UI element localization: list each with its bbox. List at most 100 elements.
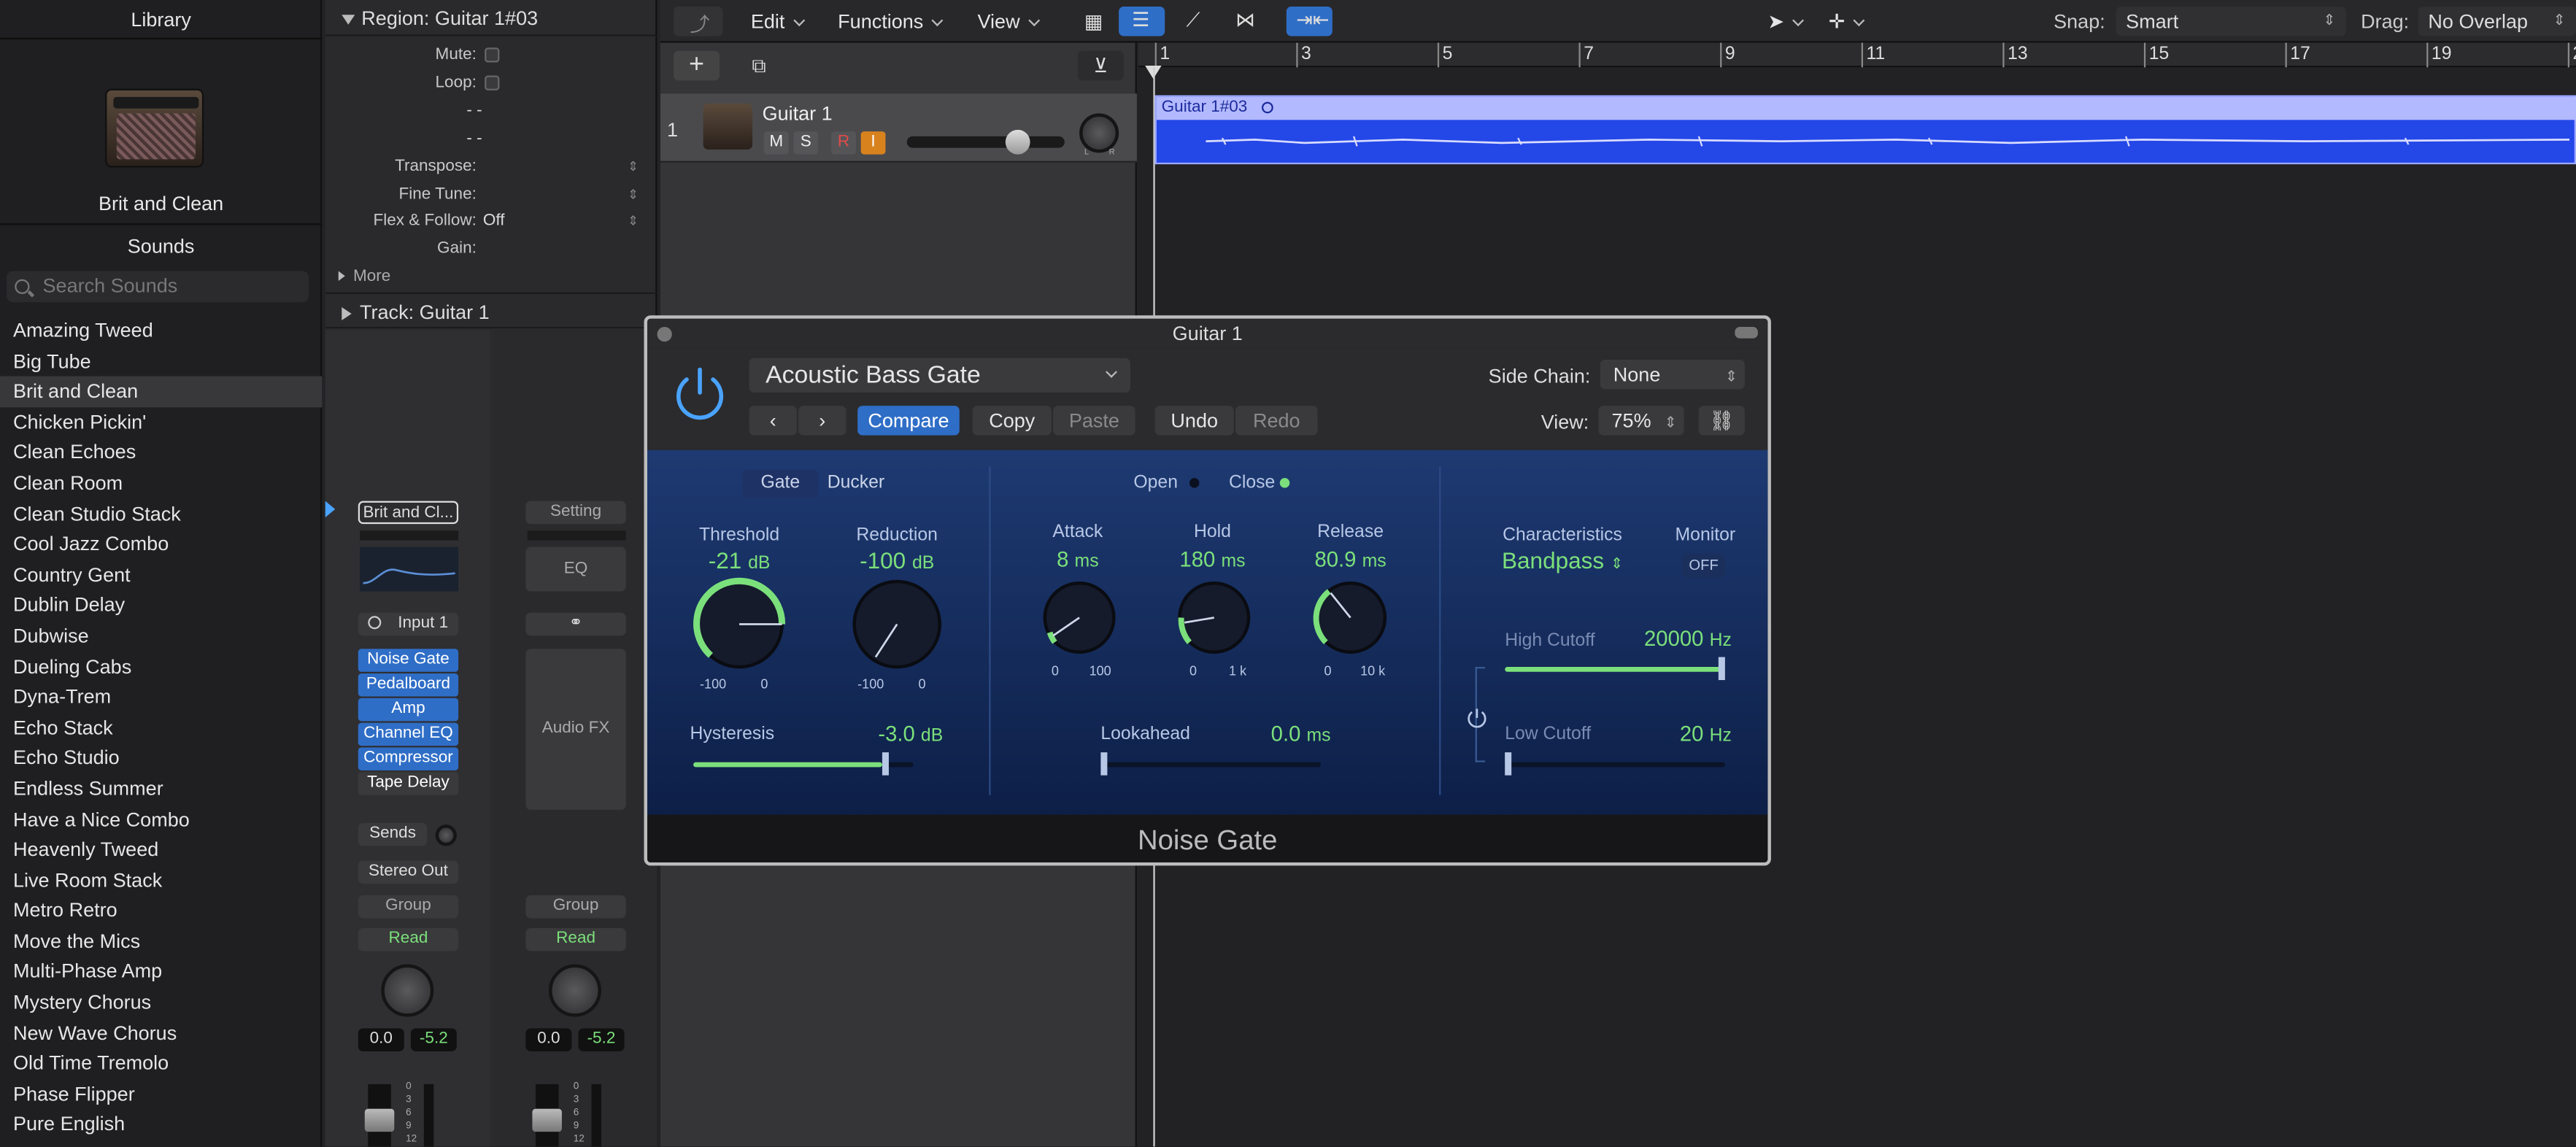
- low-cutoff-slider-thumb[interactable]: [1505, 752, 1512, 776]
- mute-checkbox[interactable]: [485, 47, 500, 63]
- paste-button[interactable]: Paste: [1053, 406, 1135, 436]
- high-cutoff-slider-thumb[interactable]: [1718, 657, 1725, 681]
- audio-region[interactable]: Guitar 1#03: [1154, 95, 2576, 165]
- threshold-knob[interactable]: [690, 575, 789, 673]
- grid-view-button[interactable]: ▦: [1071, 7, 1117, 36]
- sound-item[interactable]: Old Time Tremolo: [0, 1048, 322, 1079]
- sound-item[interactable]: Move the Mics: [0, 926, 322, 957]
- catch-button[interactable]: ⤴: [674, 7, 723, 36]
- plugin-slot[interactable]: Tape Delay: [358, 772, 459, 795]
- automation-button[interactable]: ⟋: [1176, 7, 1222, 36]
- pointer-tool[interactable]: ➤: [1767, 10, 1805, 33]
- stereo-link-icon[interactable]: ⚭: [525, 612, 626, 636]
- pan-knob[interactable]: [381, 964, 434, 1017]
- q-swing-value[interactable]: - -: [466, 130, 482, 148]
- more-toggle[interactable]: More: [338, 268, 390, 286]
- sound-item[interactable]: Dubwise: [0, 621, 322, 652]
- snap-select[interactable]: Smart ⇕: [2116, 7, 2346, 36]
- setting-button[interactable]: Brit and Cl...: [358, 501, 459, 525]
- sound-item[interactable]: Cool Jazz Combo: [0, 529, 322, 560]
- sound-item[interactable]: Endless Summer: [0, 773, 322, 804]
- sound-item[interactable]: Metro Retro: [0, 896, 322, 927]
- functions-menu[interactable]: Functions: [838, 10, 944, 33]
- group-slot[interactable]: Group: [358, 895, 459, 919]
- sound-item[interactable]: Echo Stack: [0, 712, 322, 743]
- sound-item[interactable]: Pure English: [0, 1110, 322, 1140]
- sound-item[interactable]: Brit and Clean: [0, 376, 323, 407]
- flex-button[interactable]: ⋈: [1225, 7, 1271, 36]
- gate-mode-button[interactable]: Gate: [742, 469, 819, 498]
- global-tracks-button[interactable]: ⊻: [1077, 50, 1124, 81]
- release-value[interactable]: 80.9 ms: [1301, 547, 1400, 572]
- transpose-stepper-icon[interactable]: ⇕: [628, 159, 639, 174]
- hysteresis-value[interactable]: -3.0 dB: [828, 721, 943, 746]
- high-cutoff-value[interactable]: 20000 Hz: [1627, 626, 1732, 651]
- hysteresis-slider-thumb[interactable]: [882, 752, 889, 776]
- volume-readout-2[interactable]: 0.0: [525, 1028, 572, 1051]
- sound-item[interactable]: Live Room Stack: [0, 865, 322, 896]
- attack-value[interactable]: 8 ms: [1028, 547, 1127, 572]
- add-track-button[interactable]: +: [674, 50, 720, 81]
- track-header[interactable]: Track: Guitar 1: [325, 292, 658, 329]
- hold-value[interactable]: 180 ms: [1163, 547, 1262, 572]
- secondary-tool[interactable]: ✛: [1829, 10, 1865, 33]
- mute-button[interactable]: M: [763, 131, 789, 155]
- sound-item[interactable]: Have a Nice Combo: [0, 804, 322, 835]
- plugin-slot[interactable]: Pedalboard: [358, 673, 459, 697]
- plugin-slot[interactable]: Noise Gate: [358, 649, 459, 672]
- monitor-toggle[interactable]: OFF: [1682, 553, 1725, 579]
- sound-item[interactable]: Clean Room: [0, 468, 322, 499]
- redo-button[interactable]: Redo: [1235, 406, 1318, 436]
- sidechain-select[interactable]: None ⇕: [1600, 360, 1745, 390]
- volume-fader-2[interactable]: [532, 1108, 562, 1132]
- view-menu[interactable]: View: [978, 10, 1040, 33]
- sound-item[interactable]: Clean Studio Stack: [0, 498, 322, 529]
- close-window-icon[interactable]: [657, 327, 672, 342]
- low-cutoff-value[interactable]: 20 Hz: [1627, 721, 1732, 746]
- plugin-slot[interactable]: Amp: [358, 698, 459, 722]
- volume-readout[interactable]: 0.0: [358, 1028, 404, 1051]
- characteristics-select[interactable]: Bandpass ⇕: [1489, 547, 1637, 574]
- sends-slot[interactable]: Sends: [358, 822, 428, 846]
- fine-tune-stepper-icon[interactable]: ⇕: [628, 188, 639, 202]
- volume-slider-thumb[interactable]: [1005, 129, 1030, 155]
- flex-value[interactable]: Off: [483, 212, 505, 230]
- audio-fx-slot-2[interactable]: Audio FX: [525, 649, 626, 810]
- loop-checkbox[interactable]: [485, 75, 500, 90]
- eq-thumbnail[interactable]: [360, 547, 459, 592]
- send-knob[interactable]: [435, 824, 457, 846]
- edit-menu[interactable]: Edit: [751, 10, 805, 33]
- compare-button[interactable]: Compare: [857, 406, 960, 436]
- sound-item[interactable]: Amazing Tweed: [0, 315, 322, 346]
- plugin-slot[interactable]: Compressor: [358, 747, 459, 771]
- resize-window-icon[interactable]: [1735, 327, 1758, 339]
- record-button[interactable]: R: [831, 131, 856, 155]
- lookahead-slider-thumb[interactable]: [1100, 752, 1108, 776]
- threshold-value[interactable]: -21 dB: [674, 547, 805, 574]
- input-monitor-button[interactable]: I: [860, 131, 886, 155]
- view-zoom-select[interactable]: 75% ⇕: [1598, 406, 1684, 436]
- copy-button[interactable]: Copy: [972, 406, 1052, 436]
- volume-fader[interactable]: [364, 1108, 395, 1132]
- region-header[interactable]: Region: Guitar 1#03: [325, 0, 658, 36]
- sound-item[interactable]: New Wave Chorus: [0, 1018, 322, 1048]
- sound-item[interactable]: Phase Flipper: [0, 1079, 322, 1110]
- sound-item[interactable]: Dyna-Trem: [0, 682, 322, 713]
- sound-item[interactable]: Big Tube: [0, 346, 322, 376]
- track-pan-knob[interactable]: [1079, 113, 1119, 153]
- quantize-value[interactable]: - -: [466, 102, 482, 120]
- attack-knob[interactable]: [1040, 578, 1119, 657]
- setting-button-2[interactable]: Setting: [525, 501, 626, 525]
- undo-button[interactable]: Undo: [1154, 406, 1234, 436]
- track-name[interactable]: Guitar 1: [763, 102, 833, 125]
- eq-button-2[interactable]: EQ: [525, 547, 626, 592]
- group-slot-2[interactable]: Group: [525, 895, 626, 919]
- ducker-mode-button[interactable]: Ducker: [818, 470, 894, 498]
- solo-button[interactable]: S: [793, 131, 819, 155]
- sound-item[interactable]: Dueling Cabs: [0, 652, 322, 682]
- lookahead-value[interactable]: 0.0 ms: [1238, 721, 1331, 746]
- pan-knob-2[interactable]: [548, 964, 601, 1017]
- duplicate-track-button[interactable]: ⧉: [736, 51, 782, 81]
- sound-item[interactable]: Country Gent: [0, 560, 322, 590]
- sound-item[interactable]: Chicken Pickin': [0, 407, 322, 438]
